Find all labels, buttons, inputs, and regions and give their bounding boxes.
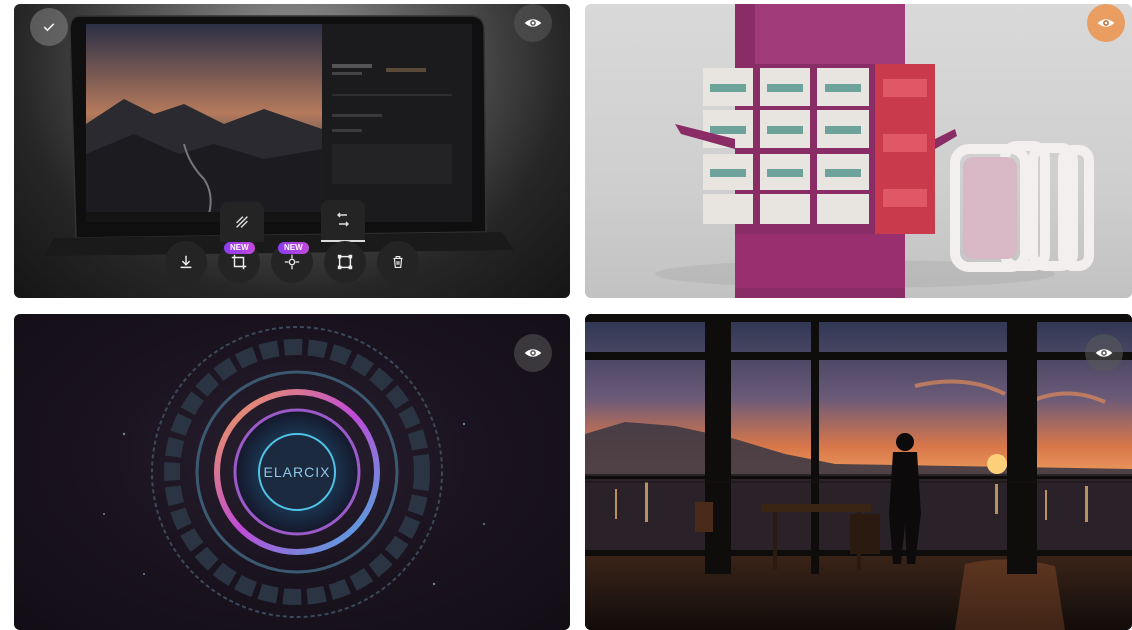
pattern-button[interactable] [220, 202, 264, 242]
eye-icon [1095, 349, 1113, 357]
swap-button[interactable] [321, 200, 365, 242]
sci-fi-emblem-image[interactable]: ELARCIX [14, 314, 570, 630]
download-button[interactable] [165, 241, 207, 283]
preview-button[interactable] [1087, 4, 1125, 42]
emblem-illustration: ELARCIX [103, 326, 485, 618]
eye-icon [524, 19, 542, 27]
preview-button[interactable] [514, 4, 552, 42]
check-icon [43, 23, 55, 32]
preview-button[interactable] [1085, 334, 1123, 372]
select-checkbox[interactable] [30, 8, 68, 46]
emblem-text: ELARCIX [264, 464, 331, 480]
laptop-editor-image[interactable]: NEW NEW [14, 4, 570, 298]
download-icon [180, 255, 192, 269]
trash-icon [393, 256, 403, 268]
crop-icon [231, 254, 247, 270]
delete-button[interactable] [377, 241, 419, 283]
swap-icon [337, 212, 349, 227]
preview-button[interactable] [514, 334, 552, 372]
eye-icon [1097, 19, 1115, 27]
resize-button[interactable] [324, 241, 366, 283]
eye-icon [524, 349, 542, 357]
sunset-illustration [585, 314, 1132, 630]
pink-machine-image[interactable] [585, 4, 1132, 298]
new-badge: NEW [224, 242, 255, 254]
machine-illustration [655, 4, 1094, 298]
new-badge: NEW [278, 242, 309, 254]
sparkle-icon [284, 254, 300, 270]
resize-icon [337, 254, 353, 270]
sunset-window-image[interactable] [585, 314, 1132, 630]
pattern-icon [236, 216, 248, 228]
